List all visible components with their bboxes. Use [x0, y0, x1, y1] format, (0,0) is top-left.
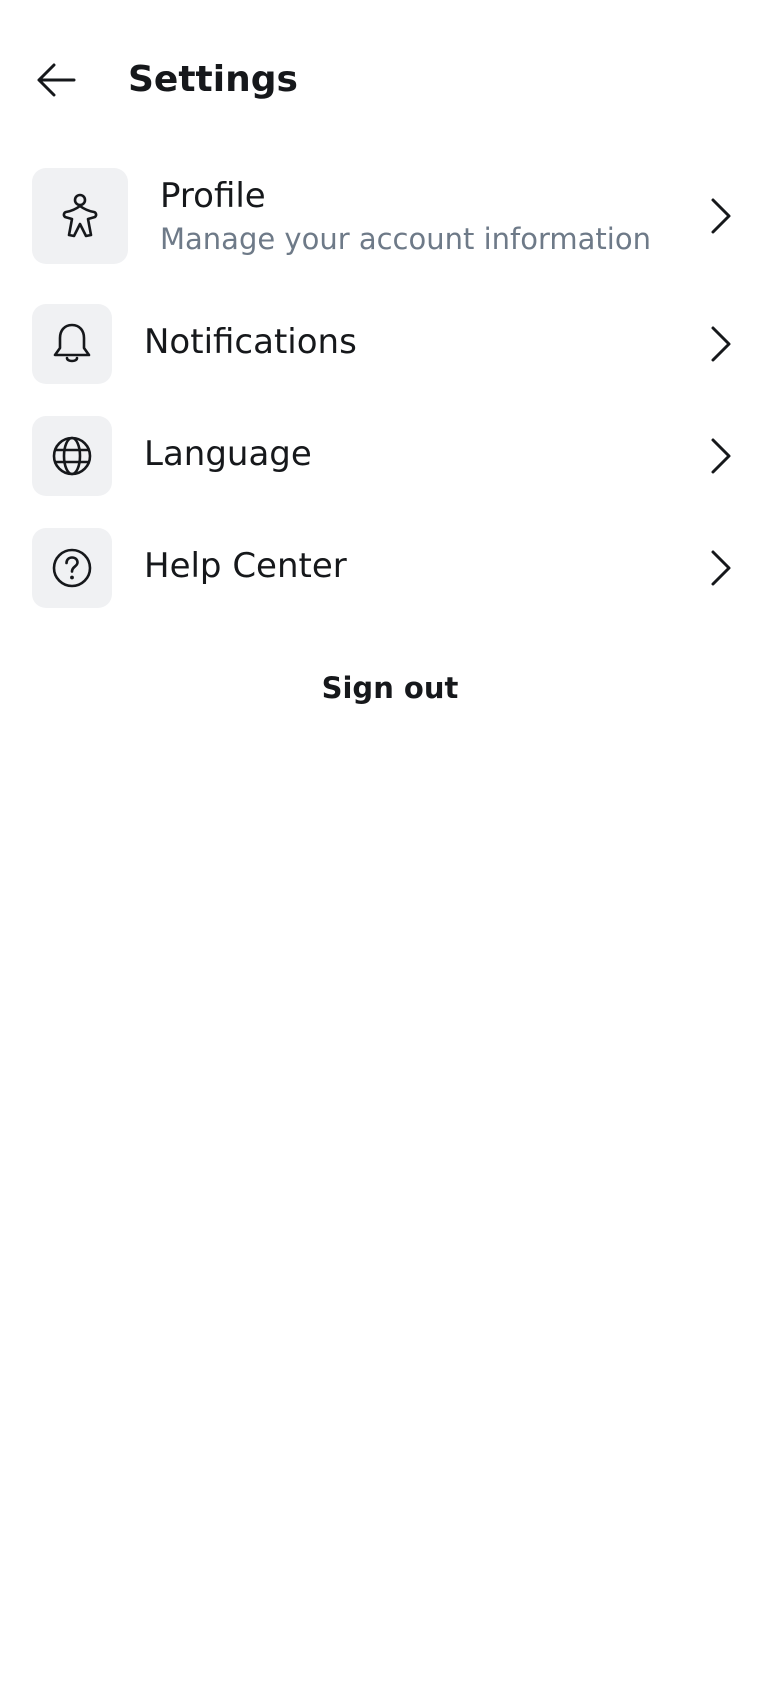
- settings-item-profile[interactable]: Profile Manage your account information: [0, 168, 780, 266]
- settings-item-language[interactable]: Language: [0, 416, 780, 496]
- settings-item-label: Notifications: [144, 322, 357, 362]
- language-icon-tile: [32, 416, 112, 496]
- globe-icon: [52, 436, 92, 476]
- chevron-right-icon: [706, 322, 736, 366]
- back-button[interactable]: [30, 56, 82, 104]
- help-circle-icon: [52, 548, 92, 588]
- chevron-right-icon: [706, 546, 736, 590]
- person-icon: [62, 193, 98, 238]
- settings-item-subtitle: Manage your account information: [160, 222, 651, 256]
- profile-icon-tile: [32, 168, 128, 264]
- arrow-left-icon: [37, 63, 76, 97]
- chevron-right-icon: [706, 194, 736, 238]
- settings-item-label: Help Center: [144, 546, 347, 586]
- sign-out-button[interactable]: Sign out: [322, 671, 459, 705]
- settings-item-help-center[interactable]: Help Center: [0, 528, 780, 608]
- help-center-icon-tile: [32, 528, 112, 608]
- settings-item-label: Profile: [160, 176, 266, 216]
- notifications-icon-tile: [32, 304, 112, 384]
- header-bar: Settings: [0, 0, 780, 160]
- settings-item-notifications[interactable]: Notifications: [0, 304, 780, 384]
- settings-item-label: Language: [144, 434, 312, 474]
- bell-icon: [53, 323, 91, 363]
- page-title: Settings: [128, 59, 298, 100]
- chevron-right-icon: [706, 434, 736, 478]
- sign-out-row: Sign out: [0, 664, 780, 712]
